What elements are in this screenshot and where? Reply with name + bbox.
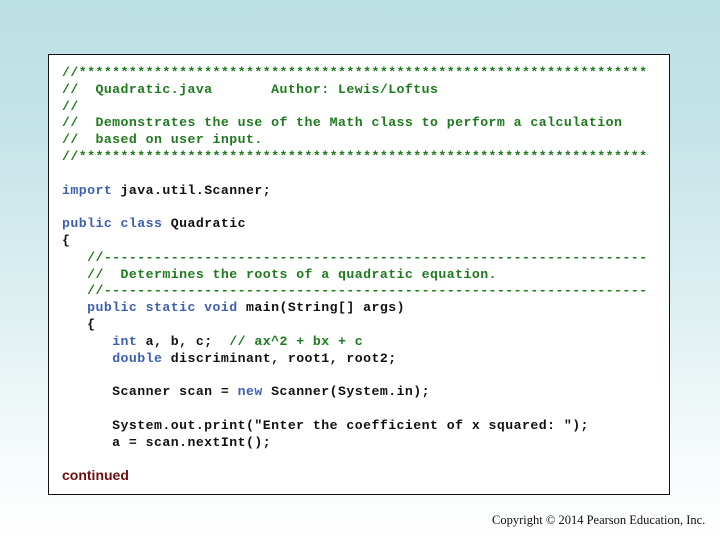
code-keyword: new — [237, 384, 263, 400]
code-line: a = scan.nextInt(); — [62, 435, 647, 452]
code-text: Quadratic — [162, 216, 247, 232]
code-comment: // Determines the roots of a quadratic e… — [87, 266, 497, 282]
code-line: public static void main(String[] args) — [62, 300, 647, 317]
code-line: Scanner scan = new Scanner(System.in); — [62, 384, 647, 401]
code-comment: // Quadratic.java Author: Lewis/Loftus — [62, 81, 439, 97]
code-text: discriminant, root1, root2; — [162, 350, 397, 366]
code-comment: // ax^2 + bx + c — [229, 333, 364, 349]
code-line: // based on user input. — [62, 132, 647, 149]
code-comment: //--------------------------------------… — [87, 283, 648, 299]
code-line: //--------------------------------------… — [62, 283, 647, 300]
code-keyword: public static void — [87, 300, 238, 316]
code-comment: //--------------------------------------… — [87, 249, 648, 265]
code-line: public class Quadratic — [62, 216, 647, 233]
code-text: java.util.Scanner; — [112, 182, 272, 198]
code-keyword: double — [112, 350, 163, 366]
code-line: //**************************************… — [62, 65, 647, 82]
code-line: //**************************************… — [62, 149, 647, 166]
code-text: Scanner scan = — [62, 384, 238, 400]
code-line: { — [62, 317, 647, 334]
code-line: // Determines the roots of a quadratic e… — [62, 267, 647, 284]
code-text: a, b, c; — [137, 333, 230, 349]
continued-label: continued — [62, 467, 129, 483]
code-comment: // based on user input. — [62, 132, 263, 148]
code-keyword: int — [112, 333, 138, 349]
code-keyword: public class — [62, 216, 163, 232]
code-line: //--------------------------------------… — [62, 250, 647, 267]
code-text: System.out.print("Enter the coefficient … — [62, 417, 589, 433]
code-text: a = scan.nextInt(); — [62, 434, 272, 450]
code-listing-box: //**************************************… — [48, 54, 670, 495]
code-text: Scanner(System.in); — [262, 384, 431, 400]
code-listing: //**************************************… — [62, 65, 647, 451]
code-line: double discriminant, root1, root2; — [62, 351, 647, 368]
code-comment: // Demonstrates the use of the Math clas… — [62, 115, 623, 131]
code-line: // — [62, 99, 647, 116]
code-keyword: import — [62, 182, 113, 198]
code-text: main(String[] args) — [237, 300, 405, 316]
code-comment: // — [62, 98, 79, 114]
code-line: int a, b, c; // ax^2 + bx + c — [62, 334, 647, 351]
code-line: // Quadratic.java Author: Lewis/Loftus — [62, 82, 647, 99]
code-text: { — [62, 316, 96, 332]
code-text: { — [62, 232, 71, 248]
code-line: import java.util.Scanner; — [62, 183, 647, 200]
code-comment: //**************************************… — [62, 65, 648, 80]
code-comment: //**************************************… — [62, 148, 648, 164]
code-line: System.out.print("Enter the coefficient … — [62, 418, 647, 435]
code-line: // Demonstrates the use of the Math clas… — [62, 115, 647, 132]
copyright-notice: Copyright © 2014 Pearson Education, Inc. — [492, 513, 706, 527]
code-line: { — [62, 233, 647, 250]
